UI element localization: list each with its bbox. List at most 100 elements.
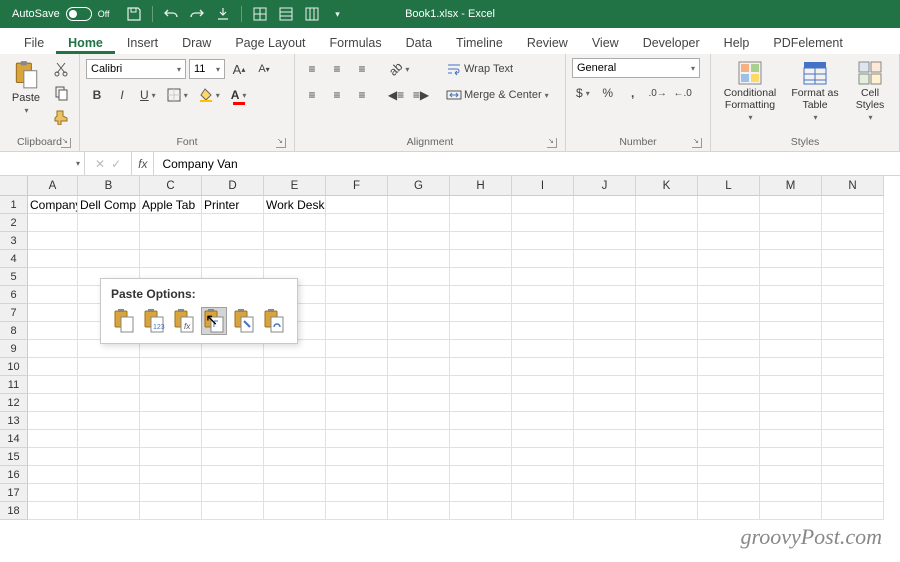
font-name-select[interactable]: Calibri▾ bbox=[86, 59, 186, 79]
cell[interactable] bbox=[28, 394, 78, 412]
cell[interactable] bbox=[760, 268, 822, 286]
increase-decimal-icon[interactable]: .0→ bbox=[647, 82, 669, 104]
cell-styles-button[interactable]: Cell Styles▾ bbox=[847, 58, 893, 124]
cell[interactable] bbox=[698, 376, 760, 394]
cell[interactable]: Apple Tab bbox=[140, 196, 202, 214]
cell[interactable] bbox=[326, 232, 388, 250]
cell[interactable] bbox=[636, 484, 698, 502]
paste-option-values[interactable]: 123 bbox=[141, 307, 167, 335]
cell[interactable] bbox=[636, 214, 698, 232]
paste-option-link[interactable] bbox=[261, 307, 287, 335]
col-header[interactable]: N bbox=[822, 176, 884, 196]
row-header[interactable]: 5 bbox=[0, 268, 28, 286]
row-header[interactable]: 6 bbox=[0, 286, 28, 304]
tab-help[interactable]: Help bbox=[712, 31, 762, 54]
align-middle-icon[interactable]: ≡ bbox=[326, 58, 348, 80]
italic-button[interactable]: I bbox=[111, 84, 133, 106]
cell[interactable] bbox=[636, 376, 698, 394]
cell[interactable] bbox=[450, 286, 512, 304]
cell[interactable] bbox=[450, 232, 512, 250]
increase-indent-icon[interactable]: ≡▶ bbox=[410, 84, 432, 106]
cell[interactable] bbox=[28, 412, 78, 430]
copy-button[interactable] bbox=[50, 82, 72, 104]
cell[interactable] bbox=[822, 466, 884, 484]
cell[interactable] bbox=[512, 358, 574, 376]
touch-mode-icon[interactable] bbox=[215, 6, 231, 22]
cell[interactable] bbox=[202, 232, 264, 250]
cell[interactable] bbox=[760, 448, 822, 466]
cell[interactable] bbox=[574, 196, 636, 214]
row-header[interactable]: 12 bbox=[0, 394, 28, 412]
cell[interactable] bbox=[636, 394, 698, 412]
dialog-launcher-icon[interactable] bbox=[276, 138, 286, 148]
cell[interactable] bbox=[574, 214, 636, 232]
cell[interactable] bbox=[574, 322, 636, 340]
qat-dropdown-icon[interactable]: ▾ bbox=[330, 6, 346, 22]
cell[interactable] bbox=[636, 502, 698, 520]
cell[interactable] bbox=[326, 466, 388, 484]
align-top-icon[interactable]: ≡ bbox=[301, 58, 323, 80]
cell[interactable] bbox=[264, 214, 326, 232]
cell[interactable] bbox=[822, 412, 884, 430]
cell[interactable] bbox=[326, 286, 388, 304]
paste-option-formulas[interactable]: fx bbox=[171, 307, 197, 335]
cell[interactable] bbox=[698, 286, 760, 304]
cell[interactable] bbox=[822, 394, 884, 412]
cell[interactable] bbox=[78, 250, 140, 268]
cell[interactable] bbox=[450, 214, 512, 232]
col-header[interactable]: G bbox=[388, 176, 450, 196]
cell[interactable]: Printer bbox=[202, 196, 264, 214]
cell[interactable] bbox=[760, 484, 822, 502]
cell[interactable] bbox=[388, 286, 450, 304]
cell[interactable] bbox=[28, 358, 78, 376]
cell[interactable] bbox=[512, 430, 574, 448]
cell[interactable] bbox=[574, 250, 636, 268]
cell[interactable] bbox=[326, 430, 388, 448]
cell[interactable] bbox=[698, 502, 760, 520]
cell[interactable] bbox=[636, 340, 698, 358]
cell[interactable] bbox=[28, 502, 78, 520]
cell[interactable] bbox=[388, 268, 450, 286]
cell[interactable] bbox=[760, 304, 822, 322]
cell[interactable] bbox=[698, 214, 760, 232]
row-header[interactable]: 17 bbox=[0, 484, 28, 502]
cell[interactable] bbox=[450, 376, 512, 394]
cell[interactable] bbox=[202, 250, 264, 268]
cell[interactable] bbox=[140, 232, 202, 250]
cell[interactable] bbox=[28, 466, 78, 484]
cell[interactable] bbox=[450, 502, 512, 520]
cell[interactable] bbox=[202, 502, 264, 520]
cell[interactable] bbox=[636, 322, 698, 340]
fill-color-button[interactable]: ▾ bbox=[195, 84, 224, 106]
cell[interactable] bbox=[636, 286, 698, 304]
cell[interactable] bbox=[574, 394, 636, 412]
cell[interactable] bbox=[388, 214, 450, 232]
cell[interactable] bbox=[760, 412, 822, 430]
cell[interactable] bbox=[264, 502, 326, 520]
increase-font-icon[interactable]: A▴ bbox=[228, 58, 250, 80]
spreadsheet-grid[interactable]: A B C D E F G H I J K L M N 1CompanyDell… bbox=[0, 176, 900, 520]
cell[interactable] bbox=[450, 412, 512, 430]
qat-grid-icon-3[interactable] bbox=[304, 6, 320, 22]
cell[interactable] bbox=[28, 214, 78, 232]
cell[interactable] bbox=[28, 286, 78, 304]
currency-button[interactable]: $▾ bbox=[572, 82, 594, 104]
tab-view[interactable]: View bbox=[580, 31, 631, 54]
tab-pdfelement[interactable]: PDFelement bbox=[761, 31, 854, 54]
row-header[interactable]: 3 bbox=[0, 232, 28, 250]
cell[interactable] bbox=[760, 214, 822, 232]
cell[interactable] bbox=[388, 484, 450, 502]
cell[interactable] bbox=[202, 448, 264, 466]
cell[interactable] bbox=[574, 412, 636, 430]
cell[interactable] bbox=[388, 322, 450, 340]
cell[interactable] bbox=[388, 466, 450, 484]
col-header[interactable]: H bbox=[450, 176, 512, 196]
cell[interactable] bbox=[512, 304, 574, 322]
cell[interactable] bbox=[698, 358, 760, 376]
tab-draw[interactable]: Draw bbox=[170, 31, 223, 54]
number-format-select[interactable]: General▾ bbox=[572, 58, 700, 78]
cell[interactable] bbox=[78, 232, 140, 250]
cell[interactable] bbox=[140, 448, 202, 466]
qat-grid-icon-1[interactable] bbox=[252, 6, 268, 22]
cell[interactable] bbox=[450, 268, 512, 286]
